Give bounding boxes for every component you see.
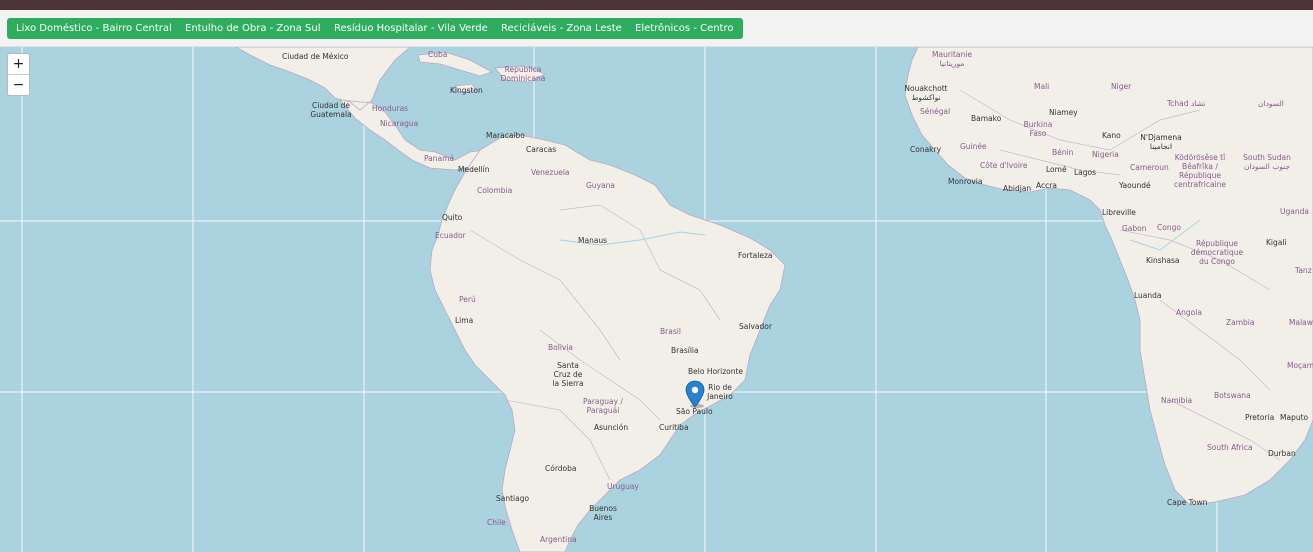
label-angola: Angola (1176, 308, 1202, 317)
label-gabon: Gabon (1122, 224, 1147, 233)
label-uruguay: Uruguay (607, 482, 639, 491)
label-mauritanie: Mauritanie موريتانيا (932, 50, 972, 68)
label-namibia: Namibia (1161, 396, 1193, 405)
label-santiago: Santiago (496, 494, 530, 503)
label-libreville: Libreville (1102, 208, 1136, 217)
label-ndjamena: N'Djamena انجامينا (1140, 133, 1182, 151)
land-africa (904, 47, 1313, 506)
label-kano: Kano (1102, 131, 1121, 140)
label-maracaibo: Maracaibo (486, 131, 525, 140)
label-south-africa: South Africa (1207, 443, 1253, 452)
label-quito: Quito (442, 213, 463, 222)
label-paraguay: Paraguay / Paraguái (583, 397, 623, 415)
label-kingston: Kingston (450, 86, 483, 95)
label-belo-horizonte: Belo Horizonte (688, 367, 744, 376)
label-lima: Lima (455, 316, 474, 325)
label-senegal: Sénégal (920, 107, 951, 116)
label-uganda: Uganda (1280, 207, 1309, 216)
label-bamako: Bamako (971, 114, 1002, 123)
label-kigali: Kigali (1266, 238, 1287, 247)
label-asuncion: Asunción (594, 423, 629, 432)
filter-chip-residuo-hospitalar[interactable]: Resíduo Hospitalar - Vila Verde (325, 18, 497, 39)
label-nigeria: Nigeria (1092, 150, 1119, 159)
label-argentina: Argentina (540, 535, 577, 544)
label-niger: Niger (1111, 82, 1132, 91)
label-conakry: Conakry (910, 145, 942, 154)
top-header-bar (0, 0, 1313, 10)
label-rep-dominicana: República Dominicana (500, 65, 546, 83)
label-tanz: Tanz (1295, 266, 1312, 275)
filter-chip-eletronicos[interactable]: Eletrônicos - Centro (626, 18, 743, 39)
label-medellin: Medellín (458, 165, 490, 174)
map-pin-icon[interactable] (684, 380, 706, 408)
label-lagos: Lagos (1074, 168, 1097, 177)
label-cote-ivoire: Côte d'Ivoire (980, 161, 1028, 170)
label-cordoba: Córdoba (545, 464, 577, 473)
label-benin: Bénin (1052, 148, 1074, 157)
label-ciudad-de-mexico: Ciudad de México (282, 52, 349, 61)
map-tiles (0, 47, 1313, 552)
label-niamey: Niamey (1049, 108, 1078, 117)
label-guinee: Guinée (960, 142, 987, 151)
label-salvador: Salvador (739, 322, 772, 331)
filter-bar: Lixo Doméstico - Bairro Central Entulho … (0, 10, 1313, 47)
label-ecuador: Ecuador (435, 231, 466, 240)
zoom-out-button[interactable]: − (8, 74, 29, 95)
label-caracas: Caracas (526, 145, 557, 154)
label-south-sudan: South Sudan جنوب السودان (1243, 153, 1291, 171)
label-pretoria: Pretoria (1245, 413, 1275, 422)
label-luanda: Luanda (1134, 291, 1162, 300)
label-curitiba: Curitiba (659, 423, 689, 432)
label-botswana: Botswana (1214, 391, 1251, 400)
label-ciudad-guatemala: Ciudad de Guatemala (310, 101, 352, 119)
label-mocamb: Moçam (1287, 361, 1313, 370)
label-lome: Lomé (1046, 165, 1067, 174)
label-nouakchott: Nouakchott نواكشوط (904, 84, 948, 102)
label-kordofan: Ködörösêse tî Bêafrîka / République cent… (1173, 153, 1227, 189)
label-panama: Panamá (424, 154, 455, 163)
label-cuba: Cuba (428, 50, 448, 59)
filter-chip-reciclaveis[interactable]: Recicláveis - Zona Leste (492, 18, 631, 39)
label-zambia: Zambia (1226, 318, 1255, 327)
map-canvas[interactable]: Ciudad de México Cuba República Dominica… (0, 47, 1313, 552)
label-manaus: Manaus (578, 236, 608, 245)
label-rdc: République démocratique du Congo (1190, 239, 1244, 266)
filter-chip-lixo-domestico[interactable]: Lixo Doméstico - Bairro Central (7, 18, 181, 39)
label-fortaleza: Fortaleza (738, 251, 773, 260)
label-soudan: السودان (1258, 99, 1284, 108)
label-sao-paulo: São Paulo (676, 407, 713, 416)
label-brasil: Brasil (660, 327, 681, 336)
label-cape-town: Cape Town (1167, 498, 1208, 507)
label-durban: Durban (1268, 449, 1296, 458)
zoom-in-button[interactable]: + (8, 54, 29, 74)
label-peru: Perú (459, 295, 476, 304)
label-accra: Accra (1036, 181, 1057, 190)
label-brasilia: Brasília (671, 346, 699, 355)
label-burkina: Burkina Faso (1023, 120, 1053, 138)
label-bolivia: Bolivia (548, 343, 574, 352)
label-malawi: Malaw (1289, 318, 1313, 327)
label-guyana: Guyana (586, 181, 615, 190)
label-nicaragua: Nicaragua (380, 119, 419, 128)
label-monrovia: Monrovia (948, 177, 983, 186)
label-maputo: Maputo (1280, 413, 1309, 422)
label-kinshasa: Kinshasa (1146, 256, 1180, 265)
filter-chip-entulho-obra[interactable]: Entulho de Obra - Zona Sul (176, 18, 330, 39)
label-congo: Congo (1157, 223, 1181, 232)
label-colombia: Colombia (477, 186, 513, 195)
label-yaounde: Yaoundé (1119, 181, 1151, 190)
label-mali: Mali (1034, 82, 1050, 91)
zoom-control: + − (7, 53, 30, 96)
label-honduras: Honduras (372, 104, 409, 113)
label-chile: Chile (487, 518, 506, 527)
label-tchad: Tchad تشاد (1167, 99, 1206, 108)
label-abidjan: Abidjan (1003, 184, 1032, 193)
label-santa-cruz: Santa Cruz de la Sierra (552, 361, 584, 388)
label-cameroun: Cameroun (1130, 163, 1169, 172)
label-venezuela: Venezuela (531, 168, 570, 177)
label-rio: Rio de Janeiro (707, 383, 733, 401)
label-buenos-aires: Buenos Aires (589, 504, 617, 522)
